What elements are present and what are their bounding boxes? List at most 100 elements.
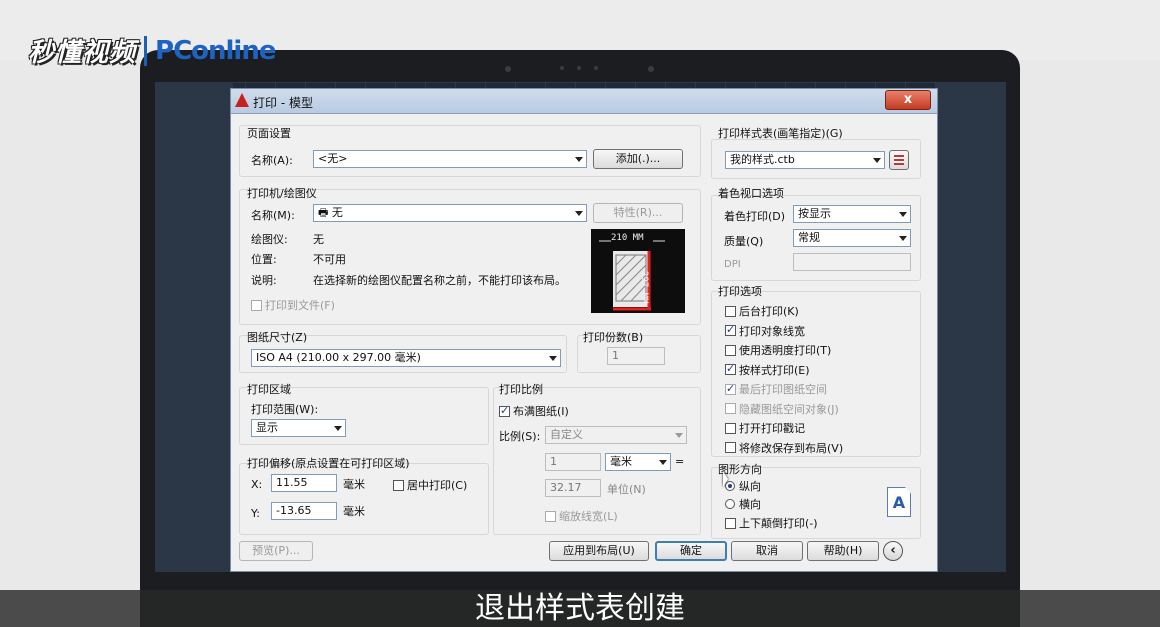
close-button[interactable]: x [885,90,931,110]
scale-value2-input[interactable]: 32.17 [545,479,601,497]
scale-unit2-label: 单位(N) [607,483,646,496]
offset-x-input[interactable]: 11.55 [271,474,337,492]
description-value: 在选择新的绘图仪配置名称之前，不能打印该布局。 [313,274,566,287]
page-setup-name-label: 名称(A): [251,154,293,167]
scale-unit-select[interactable]: 毫米 [605,453,671,471]
print-to-file-checkbox[interactable]: 打印到文件(F) [251,297,335,313]
shade-plot-select[interactable]: 按显示 [793,205,911,223]
printer-icon: 🖶 [318,206,332,219]
paper-size-value: ISO A4 (210.00 x 297.00 毫米) [256,351,421,364]
upside-down-checkbox[interactable]: 上下颠倒打印(-) [725,515,818,531]
plot-option-checkbox[interactable]: 按样式打印(E) [725,362,810,378]
scale-lineweights-label: 缩放线宽(L) [559,510,618,523]
checkbox-box [393,479,404,491]
autocad-app-icon [235,93,249,107]
paper-preview: 210 MM 297 MM [591,229,685,313]
shaded-viewport-label: 着色视口选项 [718,187,784,200]
page-setup-name-value: <无> [318,152,348,165]
checkbox-box [725,442,736,453]
checkbox-box [725,362,736,375]
copies-spinner[interactable]: 1 [607,347,665,365]
checkbox-box [725,323,736,336]
dialog-titlebar: 打印 - 模型 x [231,89,937,114]
video-subtitle: 退出样式表创建 [475,591,685,626]
scale-lineweights-checkbox[interactable]: 缩放线宽(L) [545,508,618,524]
camera-dot [594,66,598,70]
chevron-down-icon [675,433,683,438]
scale-value1-input[interactable]: 1 [545,453,601,471]
chevron-down-icon [899,212,907,217]
cancel-button[interactable]: 取消 [731,541,803,561]
center-plot-checkbox[interactable]: 居中打印(C) [393,477,467,493]
checkbox-box [499,404,510,417]
preview-button[interactable]: 预览(P)... [239,541,313,561]
dialog-title: 打印 - 模型 [253,96,313,110]
offset-y-input[interactable]: -13.65 [271,502,337,520]
where-value: 不可用 [313,253,346,266]
paper-size-label: 图纸尺寸(Z) [247,331,308,344]
chevron-down-icon [873,158,881,163]
preview-width-label: 210 MM [611,233,644,243]
offset-y-value: -13.65 [276,504,312,517]
checkbox-box [725,382,736,395]
plot-style-table-value: 我的样式.ctb [730,153,795,166]
scale-select[interactable]: 自定义 [545,426,687,444]
offset-x-value: 11.55 [276,476,308,489]
landscape-label: 横向 [739,498,761,511]
plot-option-label: 后台打印(K) [739,305,799,318]
plot-option-checkbox[interactable]: 最后打印图纸空间 [725,381,827,397]
offset-y-unit: 毫米 [343,505,365,518]
add-page-setup-button[interactable]: 添加(.)... [593,149,683,169]
radio-dot [725,499,735,509]
preview-height-label: 297 MM [639,271,649,304]
page-setup-label: 页面设置 [247,127,291,140]
apply-to-layout-button[interactable]: 应用到布局(U) [549,541,649,561]
style-table-edit-icon [894,155,904,165]
checkbox-box [725,517,736,529]
fit-to-paper-checkbox[interactable]: 布满图纸(I) [499,403,569,419]
plot-style-table-select[interactable]: 我的样式.ctb [725,151,885,169]
plot-option-checkbox[interactable]: 将修改保存到布局(V) [725,440,843,456]
scale-value1: 1 [550,455,557,468]
help-button[interactable]: 帮助(H) [807,541,879,561]
mouse-cursor-icon [723,471,728,487]
workspace-left-panel [155,82,233,572]
printer-properties-button[interactable]: 特性(R)... [593,203,683,223]
workspace-right-panel [936,82,1006,572]
checkbox-box [251,299,262,311]
chevron-down-icon [334,426,342,431]
plotter-value: 无 [313,233,324,246]
plot-option-checkbox[interactable]: 打印对象线宽 [725,323,805,339]
chevron-down-icon [575,157,583,162]
printer-group-label: 打印机/绘图仪 [247,187,317,200]
page-setup-name-select[interactable]: <无> [313,150,587,168]
collapse-toggle-button[interactable]: ‹ [883,541,903,561]
plot-option-label: 使用透明度打印(T) [739,344,832,357]
plot-range-select[interactable]: 显示 [251,419,346,437]
paper-size-select[interactable]: ISO A4 (210.00 x 297.00 毫米) [251,349,561,367]
plot-option-label: 隐藏图纸空间对象(J) [739,402,839,416]
dpi-input[interactable] [793,253,911,271]
plot-range-label: 打印范围(W): [251,403,319,416]
edit-style-table-button[interactable] [889,150,909,170]
plot-option-label: 打印对象线宽 [739,324,805,338]
plot-option-checkbox[interactable]: 打开打印戳记 [725,420,805,436]
center-plot-label: 居中打印(C) [407,479,468,492]
portrait-radio[interactable]: 纵向 [725,478,761,494]
plot-scale-label: 打印比例 [499,383,543,396]
quality-value: 常规 [798,231,820,244]
watermark-brand-cn: 秒懂视频 [28,38,137,68]
plot-area-label: 打印区域 [247,383,291,396]
printer-name-select[interactable]: 🖶 无 [313,204,587,222]
fit-to-paper-label: 布满图纸(I) [513,405,569,418]
plot-option-checkbox[interactable]: 隐藏图纸空间对象(J) [725,401,839,417]
plot-option-checkbox[interactable]: 后台打印(K) [725,303,799,319]
landscape-radio[interactable]: 横向 [725,496,761,512]
quality-select[interactable]: 常规 [793,229,911,247]
camera-dot [577,66,581,70]
chevron-down-icon [549,356,557,361]
plotter-label: 绘图仪: [251,233,288,246]
ok-button[interactable]: 确定 [655,541,727,561]
plot-option-checkbox[interactable]: 使用透明度打印(T) [725,342,831,358]
quality-label: 质量(Q) [724,235,764,248]
